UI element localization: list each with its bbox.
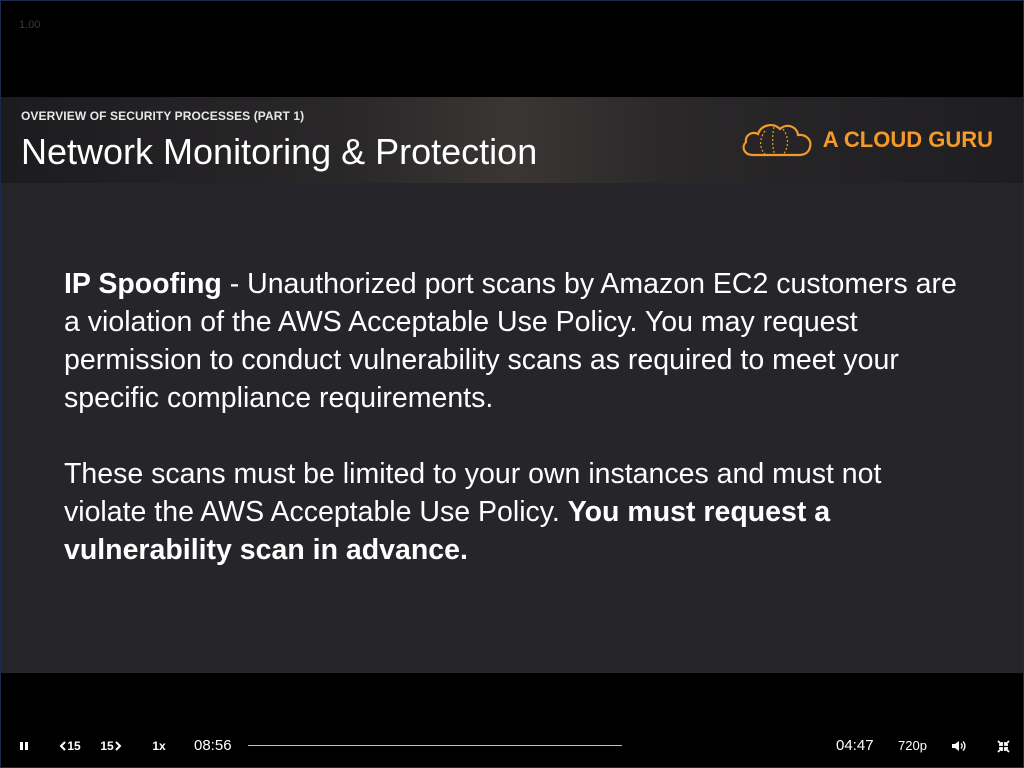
slide-subtitle: OVERVIEW OF SECURITY PROCESSES (PART 1) xyxy=(21,109,305,123)
chevron-right-icon xyxy=(114,741,122,751)
playback-rate-label: 1x xyxy=(152,739,166,753)
volume-icon xyxy=(951,741,966,751)
rewind-label: 15 xyxy=(67,739,81,753)
chevron-left-icon xyxy=(59,741,67,751)
paragraph-bold-lead: IP Spoofing xyxy=(64,268,222,300)
speed-indicator: 1.00 xyxy=(19,19,41,31)
exit-fullscreen-button[interactable] xyxy=(992,731,1014,761)
slide-title: Network Monitoring & Protection xyxy=(21,131,538,172)
slide: OVERVIEW OF SECURITY PROCESSES (PART 1) … xyxy=(1,97,1023,673)
forward-15-button[interactable]: 15 xyxy=(98,731,124,761)
remaining-time: 04:47 xyxy=(836,737,874,754)
player-controls: 15 15 1x 08:56 04:47 720p xyxy=(1,731,1023,761)
progress-bar[interactable] xyxy=(248,745,622,746)
exit-fullscreen-icon xyxy=(996,739,1010,753)
quality-button[interactable]: 720p xyxy=(898,731,927,761)
brand-name: A CLOUD GURU xyxy=(822,127,993,152)
video-player[interactable]: 1.00 OVERVIEW OF SECURITY PROCESSES (PAR… xyxy=(0,0,1024,768)
rewind-15-button[interactable]: 15 xyxy=(57,731,83,761)
paragraph-scans: These scans must be limited to your own … xyxy=(64,455,964,569)
forward-label: 15 xyxy=(100,739,114,753)
brand: A CLOUD GURU xyxy=(739,117,993,163)
cloud-logo-icon xyxy=(742,124,812,157)
pause-button[interactable] xyxy=(13,731,35,761)
volume-button[interactable] xyxy=(947,731,969,761)
slide-body: IP Spoofing - Unauthorized port scans by… xyxy=(64,265,964,607)
current-time: 08:56 xyxy=(194,737,232,754)
slide-header: OVERVIEW OF SECURITY PROCESSES (PART 1) … xyxy=(1,97,1023,183)
pause-icon xyxy=(20,742,28,750)
paragraph-ip-spoofing: IP Spoofing - Unauthorized port scans by… xyxy=(64,265,964,417)
playback-rate-button[interactable]: 1x xyxy=(147,731,171,761)
